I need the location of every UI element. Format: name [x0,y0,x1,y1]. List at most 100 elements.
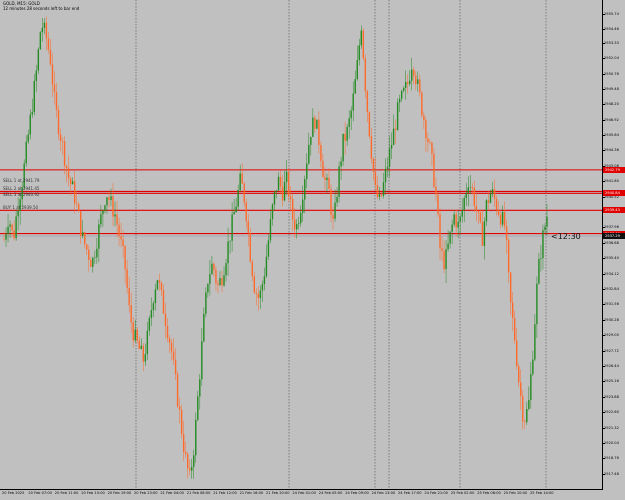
bear-candle [166,325,169,339]
price-badge: 2937.29 [603,233,625,239]
bull-candle [235,206,237,213]
bull-candle [336,196,338,203]
bear-candle [122,239,124,246]
bear-candle [293,219,296,230]
bear-candle [322,160,324,178]
price-badge: 2942.79 [603,166,625,173]
bear-candle [118,224,120,237]
bull-candle [398,98,401,103]
bull-candle [17,210,19,217]
bull-candle [227,241,229,264]
time-tick-label: 20 Feb 19:00 [107,491,132,495]
price-tick-label: 2934.12 [603,271,619,276]
price-axis[interactable]: 2955.74 2954.46 2953.33 2952.04 2950.76 2949.… [603,0,625,490]
bear-candle [241,173,243,184]
bear-candle [213,263,215,270]
bear-candle [189,468,191,471]
bull-candle [392,128,395,146]
time-tick-label: 21 Feb 16:00 [239,491,264,495]
time-tick-label: 21 Feb 20:00 [266,491,290,495]
bull-candle [144,354,147,362]
time-tick-label: 25 Feb 06:00 [477,491,501,495]
bear-candle [186,453,189,469]
chart-window[interactable]: GOLD, M15: GOLD 12 minutes 28 seconds le… [0,0,625,500]
bull-candle [334,202,336,219]
bull-candle [348,118,350,127]
bull-candle [485,200,488,222]
bull-candle [275,190,278,192]
bear-candle [61,141,64,142]
candle-countdown: <12:30 [551,232,581,241]
bull-candle [326,177,328,181]
time-tick-label: 24 Feb 21:00 [424,491,448,495]
time-axis[interactable]: 20 Feb 2025 20 Feb 07:00 20 Feb 11:00 20 Fe… [0,490,603,500]
price-tick-label: 2954.46 [603,27,619,32]
bear-candle [176,374,179,407]
bear-candle [136,329,138,341]
bull-candle [338,166,340,197]
bull-candle [261,284,264,291]
time-tick-label: 20 Feb 11:00 [54,491,79,495]
bear-candle [69,178,72,185]
bull-candle [31,112,33,115]
time-tick-label: 20 Feb 15:00 [81,491,105,495]
bull-candle [104,205,106,211]
bear-candle [479,212,482,222]
level-label: SELL 3 at 2940.92 [3,192,40,198]
bear-candle [11,224,13,231]
bull-candle [273,191,276,205]
bear-candle [53,84,56,93]
bear-candle [128,288,130,306]
bear-candle [287,171,290,197]
bull-candle [457,221,459,228]
chart-plot-area[interactable]: GOLD, M15: GOLD 12 minutes 28 seconds le… [0,0,603,490]
bear-candle [364,58,367,92]
bull-candle [302,199,304,213]
bear-candle [324,177,326,181]
time-tick-label: 20 Feb 23:00 [134,491,158,495]
bear-candle [431,142,433,154]
bull-candle [9,224,11,227]
bear-candle [73,181,76,204]
time-tick-label: 24 Feb 01:00 [292,491,316,495]
bull-candle [92,257,94,267]
candlestick-chart[interactable] [0,0,603,490]
bear-candle [372,158,375,172]
bear-candle [3,239,5,241]
bull-candle [156,280,159,290]
bear-candle [221,278,223,286]
price-tick-label: 2946.92 [603,117,619,122]
bear-candle [65,165,68,169]
bear-candle [318,119,320,145]
price-tick-label: 2918.76 [603,456,619,461]
bull-candle [15,216,17,239]
bull-candle [5,233,7,240]
bear-candle [516,340,518,367]
bear-candle [497,210,500,215]
bull-candle [312,117,314,137]
bull-candle [29,114,31,135]
bear-candle [55,92,58,110]
bear-candle [507,239,510,273]
bear-candle [376,185,379,197]
bear-candle [257,293,260,299]
bull-candle [469,186,471,188]
bull-candle [114,214,116,217]
bear-candle [75,203,78,205]
price-tick-label: 2922.60 [603,410,619,415]
price-tick-label: 2948.20 [603,102,619,107]
bull-candle [219,278,221,286]
bear-candle [49,49,52,65]
bear-candle [429,142,431,143]
bull-candle [100,214,102,225]
level-label: BUY 1 at 2939.50 [3,205,39,211]
bull-candle [534,324,536,360]
bull-candle [546,216,548,227]
bull-candle [203,313,205,342]
bear-candle [180,409,183,435]
bull-candle [7,226,9,234]
bear-candle [249,233,251,262]
bear-candle [215,269,217,284]
time-tick-label: 20 Feb 2025 [2,491,25,495]
bear-candle [84,232,86,245]
